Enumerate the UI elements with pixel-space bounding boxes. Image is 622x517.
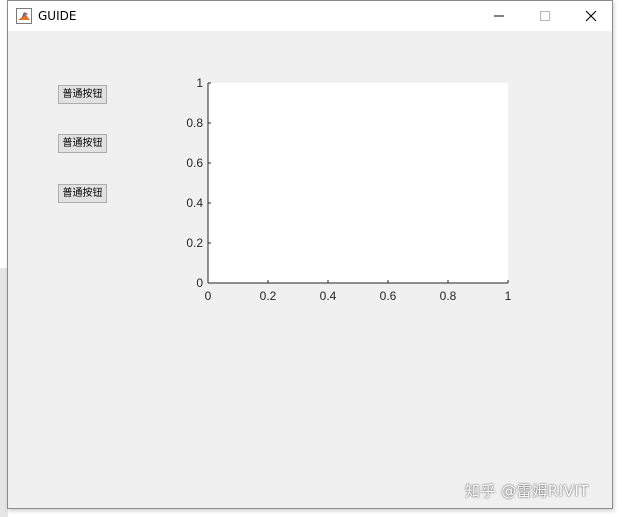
maximize-button[interactable] [522, 1, 568, 31]
y-tick-label: 0.8 [186, 116, 203, 130]
guide-window: GUIDE 普通按钮 普通按钮 普通按钮 00.2 0.4 0.6 0.8 1 … [7, 0, 613, 509]
desktop-background: GUIDE 普通按钮 普通按钮 普通按钮 00.2 0.4 0.6 0.8 1 … [0, 0, 622, 517]
maximize-icon [540, 11, 550, 21]
x-tick-label: 0.4 [320, 289, 337, 303]
y-tick-label: 0.2 [186, 236, 203, 250]
figure-area: 普通按钮 普通按钮 普通按钮 0 0.2 0.4 0.6 0.8 1 0 0.2 0.4 0.6 0… [8, 31, 612, 508]
x-tick-label: 0.8 [440, 289, 457, 303]
x-tick-label: 0.6 [380, 289, 397, 303]
y-tick-label: 0 [196, 276, 203, 290]
y-tick-label: 0.6 [186, 156, 203, 170]
window-title: GUIDE [38, 9, 77, 23]
plot-area [208, 83, 508, 283]
watermark-text: 知乎 @雷姆RIVIT [465, 482, 589, 500]
y-tick-label: 0.4 [186, 196, 203, 210]
matlab-icon [16, 8, 32, 24]
minimize-button[interactable] [476, 1, 522, 31]
minimize-icon [494, 15, 504, 17]
x-tick-label: 1 [505, 289, 512, 303]
x-tick-label: 0.2 [260, 289, 277, 303]
close-icon [585, 10, 597, 22]
axes-chart: 0 0.2 0.4 0.6 0.8 1 0 0.2 0.4 0.6 0.8 1 [186, 76, 512, 303]
title-bar[interactable]: GUIDE [8, 1, 612, 31]
x-tick-label: 0 [205, 289, 212, 303]
y-tick-label: 1 [196, 76, 203, 90]
close-button[interactable] [568, 1, 614, 31]
